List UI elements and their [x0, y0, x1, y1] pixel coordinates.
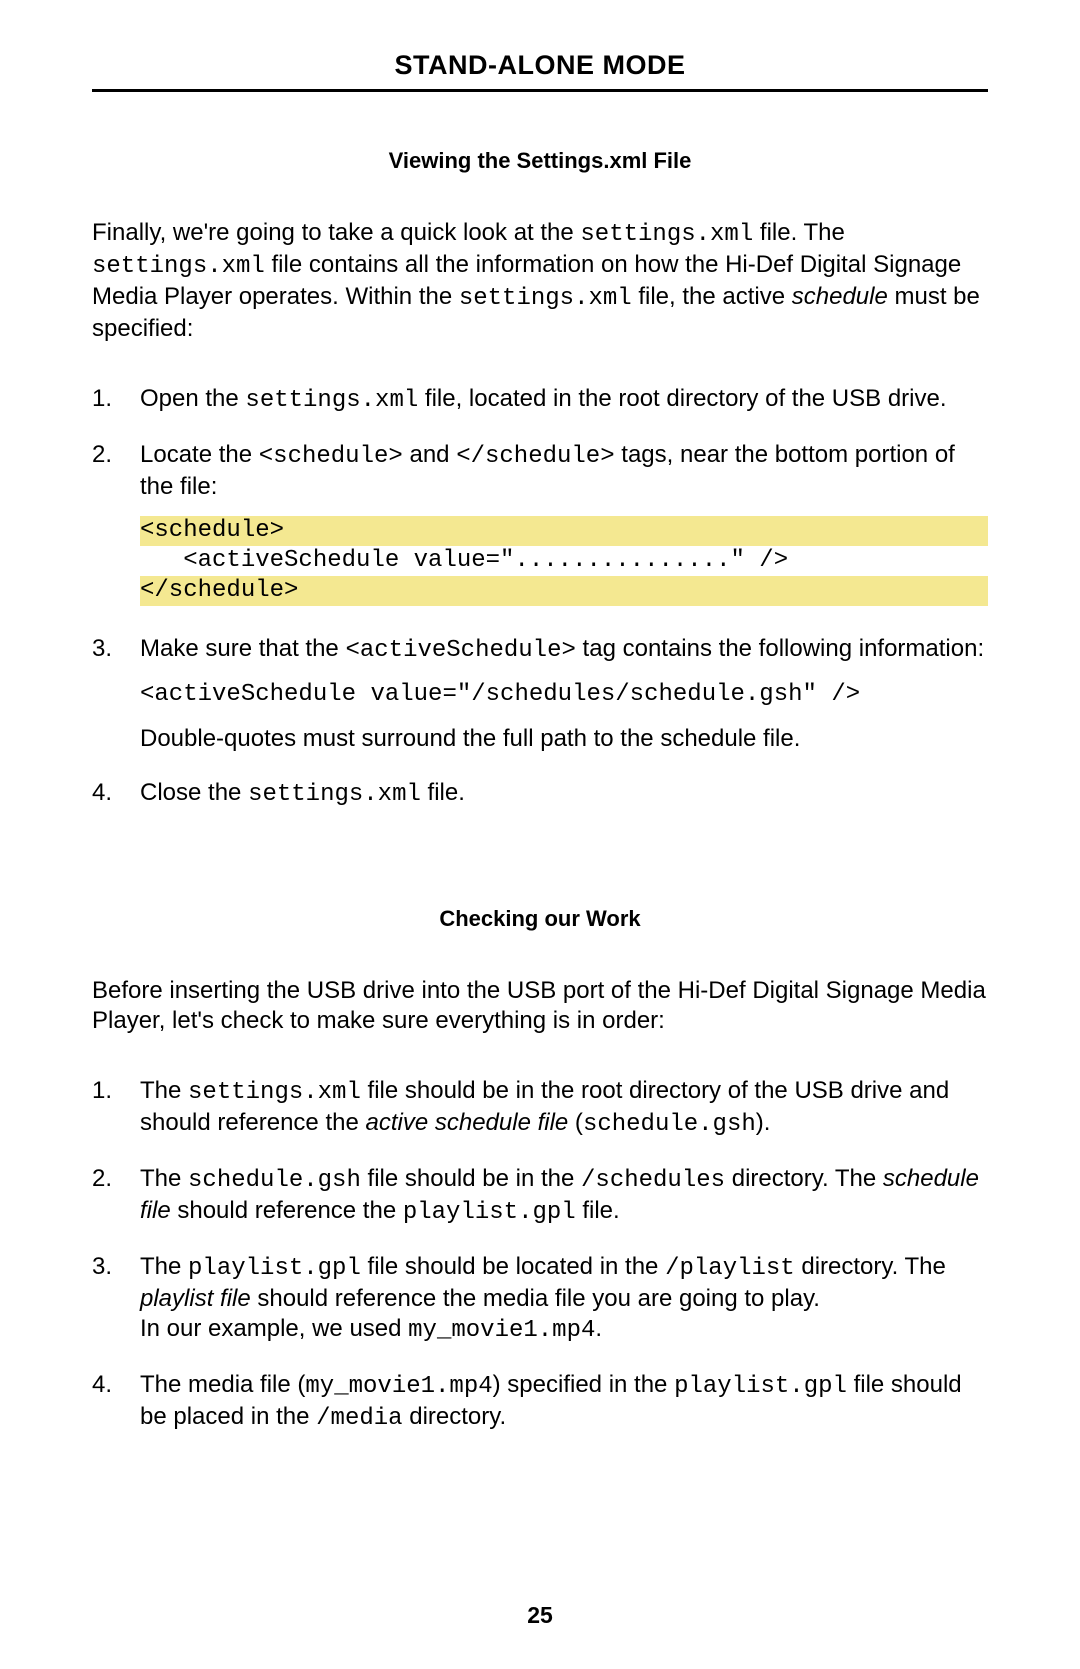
code-line: <schedule>	[140, 516, 988, 546]
list-item: 4. The media file (my_movie1.mp4) specif…	[92, 1370, 988, 1434]
text: Open the	[140, 385, 245, 412]
text: Make sure that the	[140, 635, 345, 662]
text: The media file (	[140, 1371, 305, 1398]
list-item: 2. Locate the <schedule> and </schedule>…	[92, 440, 988, 610]
page-title: STAND-ALONE MODE	[92, 50, 988, 92]
section1-list: 1. Open the settings.xml file, located i…	[92, 384, 988, 810]
text: ).	[756, 1109, 771, 1136]
section-heading-checking: Checking our Work	[92, 906, 988, 932]
text: file should be in the	[361, 1165, 581, 1192]
text: directory. The	[795, 1253, 946, 1280]
item-number: 2.	[92, 1164, 140, 1228]
item-body: The media file (my_movie1.mp4) specified…	[140, 1370, 988, 1434]
code-block: <activeSchedule value="/schedules/schedu…	[140, 680, 988, 710]
item-number: 3.	[92, 634, 140, 754]
code-inline: schedule.gsh	[188, 1167, 361, 1194]
item-body: The settings.xml file should be in the r…	[140, 1076, 988, 1140]
page-number: 25	[0, 1602, 1080, 1629]
text: should reference the media file you are …	[251, 1285, 820, 1312]
code-inline: /schedules	[581, 1167, 725, 1194]
text: (	[568, 1109, 583, 1136]
item-number: 1.	[92, 384, 140, 416]
code-inline: settings.xml	[245, 387, 418, 414]
code-inline: </schedule>	[456, 443, 614, 470]
item-number: 2.	[92, 440, 140, 610]
list-item: 1. Open the settings.xml file, located i…	[92, 384, 988, 416]
list-item: 3. The playlist.gpl file should be locat…	[92, 1252, 988, 1346]
item-body: The playlist.gpl file should be located …	[140, 1252, 988, 1346]
item-number: 4.	[92, 1370, 140, 1434]
italic-text: schedule	[792, 283, 888, 310]
section-heading-settings: Viewing the Settings.xml File	[92, 148, 988, 174]
text: Double-quotes must surround the full pat…	[140, 725, 800, 752]
text: file.	[576, 1197, 620, 1224]
text: file should be located in the	[361, 1253, 665, 1280]
italic-text: playlist file	[140, 1285, 251, 1312]
text: file. The	[753, 219, 845, 246]
text: Close the	[140, 779, 248, 806]
text: tag contains the following information:	[576, 635, 984, 662]
code-line: </schedule>	[140, 576, 988, 606]
section1-intro: Finally, we're going to take a quick loo…	[92, 218, 988, 344]
item-body: Make sure that the <activeSchedule> tag …	[140, 634, 988, 754]
section2-list: 1. The settings.xml file should be in th…	[92, 1076, 988, 1434]
code-inline: playlist.gpl	[674, 1373, 847, 1400]
item-body: Close the settings.xml file.	[140, 778, 988, 810]
text: and	[403, 441, 456, 468]
text: .	[595, 1315, 602, 1342]
code-inline: playlist.gpl	[188, 1255, 361, 1282]
code-inline: my_movie1.mp4	[305, 1373, 492, 1400]
text: file.	[421, 779, 465, 806]
text: Finally, we're going to take a quick loo…	[92, 219, 580, 246]
text: ) specified in the	[493, 1371, 674, 1398]
code-inline: my_movie1.mp4	[408, 1317, 595, 1344]
item-body: The schedule.gsh file should be in the /…	[140, 1164, 988, 1228]
code-inline: settings.xml	[188, 1079, 361, 1106]
text: file, located in the root directory of t…	[418, 385, 946, 412]
code-inline: /media	[316, 1405, 402, 1432]
text: directory.	[403, 1403, 507, 1430]
item-number: 1.	[92, 1076, 140, 1140]
code-block-highlighted: <schedule> <activeSchedule value="......…	[140, 516, 988, 606]
code-inline: settings.xml	[248, 781, 421, 808]
item-number: 3.	[92, 1252, 140, 1346]
text: The	[140, 1253, 188, 1280]
text: directory. The	[725, 1165, 883, 1192]
list-item: 1. The settings.xml file should be in th…	[92, 1076, 988, 1140]
text: The	[140, 1165, 188, 1192]
text: Locate the	[140, 441, 259, 468]
text: In our example, we used	[140, 1315, 408, 1342]
code-line: <activeSchedule value="..............." …	[140, 546, 988, 576]
item-body: Locate the <schedule> and </schedule> ta…	[140, 440, 988, 610]
list-item: 3. Make sure that the <activeSchedule> t…	[92, 634, 988, 754]
code-inline: settings.xml	[92, 253, 265, 280]
text: should reference the	[171, 1197, 403, 1224]
italic-text: active schedule file	[365, 1109, 568, 1136]
item-body: Open the settings.xml file, located in t…	[140, 384, 988, 416]
code-inline: playlist.gpl	[403, 1199, 576, 1226]
code-inline: schedule.gsh	[583, 1111, 756, 1138]
code-inline: <activeSchedule>	[345, 637, 575, 664]
text: The	[140, 1077, 188, 1104]
item-number: 4.	[92, 778, 140, 810]
code-inline: <schedule>	[259, 443, 403, 470]
section2-intro: Before inserting the USB drive into the …	[92, 976, 988, 1036]
code-inline: settings.xml	[459, 285, 632, 312]
text: file, the active	[632, 283, 792, 310]
list-item: 4. Close the settings.xml file.	[92, 778, 988, 810]
code-inline: settings.xml	[580, 221, 753, 248]
code-inline: /playlist	[665, 1255, 795, 1282]
spacer	[92, 834, 988, 906]
list-item: 2. The schedule.gsh file should be in th…	[92, 1164, 988, 1228]
